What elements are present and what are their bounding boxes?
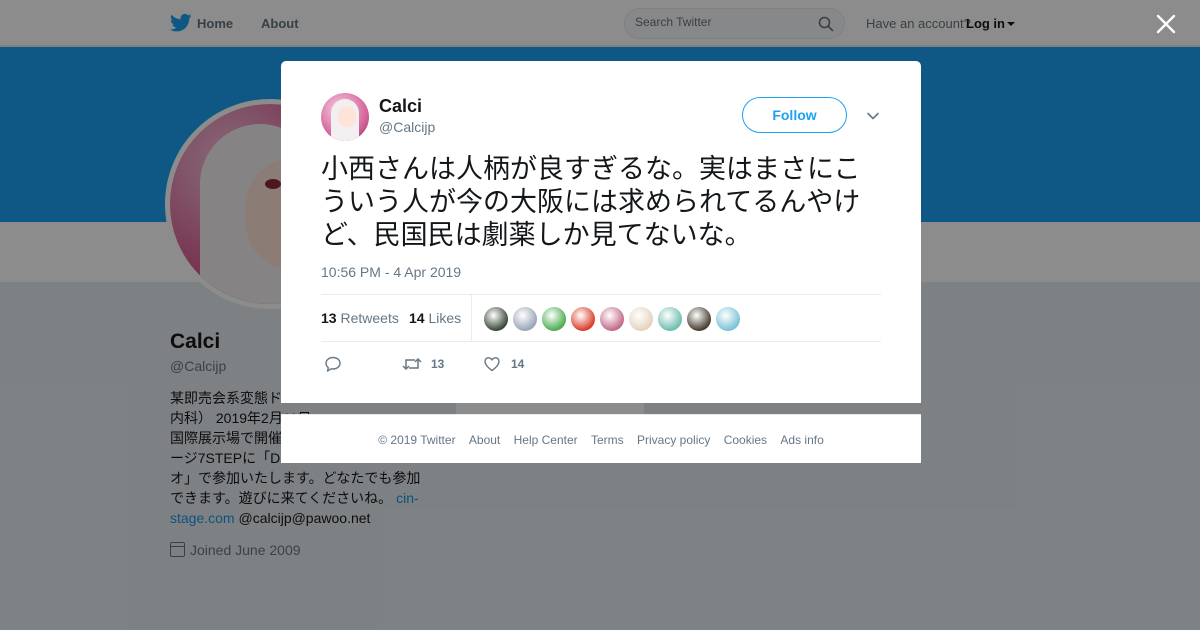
stats-divider [471,295,472,342]
modal-footer: © 2019 Twitter About Help Center Terms P… [281,414,921,463]
follow-button[interactable]: Follow [742,97,847,133]
reply-icon[interactable] [324,355,342,373]
retweets-stat[interactable]: 13 Retweets [321,310,399,326]
footer-links: © 2019 Twitter About Help Center Terms P… [281,433,921,447]
liker-avatar[interactable] [570,306,596,332]
retweets-count: 13 [321,310,337,326]
footer-cookies-link[interactable]: Cookies [724,433,767,447]
tweet-stats: 13 Retweets 14 Likes [321,294,881,342]
tweet-author-handle[interactable]: @Calcijp [379,119,435,135]
tweet-actions: 13 14 [321,353,881,377]
tweet-timestamp[interactable]: 10:56 PM - 4 Apr 2019 [321,264,461,280]
liker-avatar[interactable] [715,306,741,332]
footer-privacy-link[interactable]: Privacy policy [637,433,710,447]
retweets-label: Retweets [340,310,399,326]
heart-icon[interactable] [483,355,501,373]
footer-help-link[interactable]: Help Center [514,433,578,447]
tweet-text: 小西さんは人柄が良すぎるな。実はまさにこういう人が今の大阪には求められてるんやけ… [321,154,861,251]
tweet-author-avatar[interactable] [321,93,369,141]
chevron-down-icon[interactable] [866,109,880,123]
liker-avatar[interactable] [512,306,538,332]
footer-terms-link[interactable]: Terms [591,433,624,447]
likes-label: Likes [428,310,462,326]
retweet-count: 13 [431,357,445,371]
tweet-author-name[interactable]: Calci [379,96,422,117]
likes-count: 14 [409,310,425,326]
liker-avatar[interactable] [599,306,625,332]
liker-avatar[interactable] [657,306,683,332]
footer-about-link[interactable]: About [469,433,500,447]
liker-avatar[interactable] [483,306,509,332]
avatar-face-shape [338,107,356,127]
like-count: 14 [511,357,525,371]
likes-stat[interactable]: 14 Likes [409,310,461,326]
retweet-icon[interactable] [402,355,422,373]
close-icon[interactable] [1156,14,1176,34]
footer-ads-link[interactable]: Ads info [780,433,823,447]
footer-copyright: © 2019 Twitter [378,433,456,447]
liker-avatar[interactable] [541,306,567,332]
tweet-modal: Calci @Calcijp Follow 小西さんは人柄が良すぎるな。実はまさ… [281,61,921,403]
liker-avatar[interactable] [628,306,654,332]
liker-avatar[interactable] [686,306,712,332]
